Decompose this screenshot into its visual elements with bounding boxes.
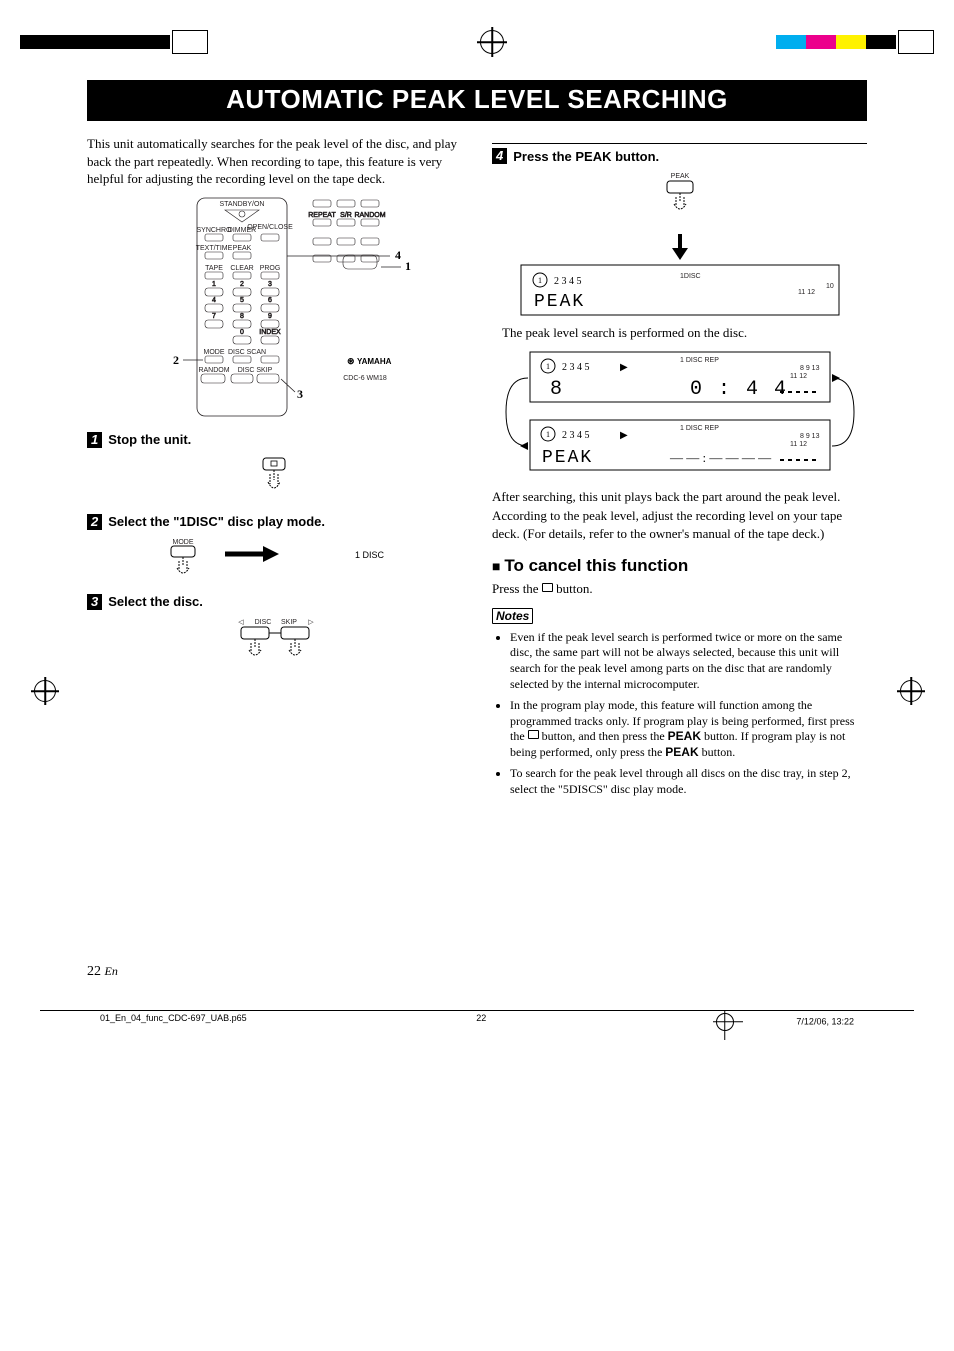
- svg-text:8: 8: [550, 378, 564, 401]
- footer: 01_En_04_func_CDC-697_UAB.p65 22 7/12/06…: [40, 1010, 914, 1071]
- svg-text:2 3 4 5: 2 3 4 5: [562, 362, 590, 373]
- svg-text:1 DISC REP: 1 DISC REP: [680, 425, 719, 432]
- cancel-body: Press the button.: [492, 580, 867, 598]
- svg-text:8: 8: [240, 313, 244, 320]
- section-title: AUTOMATIC PEAK LEVEL SEARCHING: [87, 80, 867, 121]
- svg-text:9: 9: [268, 313, 272, 320]
- svg-text:CDC-6 WM18: CDC-6 WM18: [343, 375, 387, 382]
- svg-text:OPEN/CLOSE: OPEN/CLOSE: [247, 224, 293, 231]
- svg-text:DISC SKIP: DISC SKIP: [237, 367, 272, 374]
- svg-text:RANDOM: RANDOM: [198, 367, 229, 374]
- peak-press-diagram: PEAK: [645, 170, 715, 230]
- svg-text:— — : — — — —: — — : — — — —: [669, 450, 772, 465]
- svg-text:1 DISC REP: 1 DISC REP: [680, 357, 719, 364]
- svg-text:10: 10: [826, 283, 834, 290]
- svg-text:MODE: MODE: [203, 349, 224, 356]
- note-3: To search for the peak level through all…: [510, 766, 867, 797]
- display-peak: 1 2 3 4 5 1DISC PEAK 11 12 10: [520, 264, 840, 316]
- svg-text:1: 1: [546, 362, 550, 371]
- after-search-p2: According to the peak level, adjust the …: [492, 507, 867, 542]
- svg-text:REPEAT: REPEAT: [308, 212, 336, 219]
- arrow-down-icon: [670, 234, 690, 260]
- svg-text:▷: ▷: [308, 619, 314, 626]
- svg-text:8 9 13: 8 9 13: [800, 433, 820, 440]
- stop-icon: [542, 583, 553, 592]
- disc-skip-diagram: DISC SKIP ◁ ▷: [205, 616, 345, 671]
- svg-text:▶: ▶: [620, 362, 628, 373]
- svg-text:PROG: PROG: [259, 265, 280, 272]
- note-1: Even if the peak level search is perform…: [510, 630, 867, 692]
- step-3-heading: 3 Select the disc.: [87, 594, 462, 610]
- svg-text:INDEX: INDEX: [259, 329, 281, 336]
- svg-text:PEAK: PEAK: [534, 292, 585, 312]
- svg-text:2 3 4 5: 2 3 4 5: [562, 430, 590, 441]
- note-2: In the program play mode, this feature w…: [510, 698, 867, 760]
- svg-text:1: 1: [546, 430, 550, 439]
- step-2-heading: 2 Select the "1DISC" disc play mode.: [87, 514, 462, 530]
- svg-text:1: 1: [405, 259, 411, 273]
- svg-text:8 9 13: 8 9 13: [800, 365, 820, 372]
- register-mark-icon: [716, 1013, 734, 1031]
- svg-text:1: 1: [212, 281, 216, 288]
- svg-text:3: 3: [268, 281, 272, 288]
- footer-page: 22: [476, 1013, 486, 1031]
- display-loop: 1 2 3 4 5 ▶ 1 DISC REP 8 0 : 4 4 11 12 8…: [500, 348, 860, 478]
- register-mark-left: [34, 680, 54, 700]
- svg-text:6: 6: [268, 297, 272, 304]
- svg-text:MODE: MODE: [172, 539, 193, 546]
- intro-paragraph: This unit automatically searches for the…: [87, 135, 462, 188]
- footer-file: 01_En_04_func_CDC-697_UAB.p65: [100, 1013, 247, 1031]
- svg-text:TEXT/TIME: TEXT/TIME: [195, 245, 232, 252]
- svg-text:1DISC: 1DISC: [680, 273, 701, 280]
- cancel-heading: To cancel this function: [492, 556, 867, 576]
- svg-text:2: 2: [173, 353, 179, 367]
- svg-text:S/R: S/R: [340, 212, 352, 219]
- svg-text:PEAK: PEAK: [542, 448, 593, 468]
- svg-text:0: 0: [240, 329, 244, 336]
- svg-text:1 DISC: 1 DISC: [355, 550, 385, 560]
- stop-button-press-icon: [245, 454, 305, 504]
- svg-text:7: 7: [212, 313, 216, 320]
- svg-text:TAPE: TAPE: [205, 265, 223, 272]
- svg-text:STANDBY/ON: STANDBY/ON: [219, 201, 264, 208]
- svg-text:▶: ▶: [620, 430, 628, 441]
- svg-text:DISC: DISC: [254, 619, 271, 626]
- svg-text:PEAK: PEAK: [670, 173, 689, 180]
- peak-search-caption: The peak level search is performed on th…: [502, 324, 867, 342]
- step-1-heading: 1 Stop the unit.: [87, 432, 462, 448]
- svg-text:11 12: 11 12: [790, 373, 807, 380]
- remote-control-diagram: STANDBY/ON SYNCHRO DIMMER OPEN/CLOSE TEX…: [125, 192, 425, 422]
- footer-datetime: 7/12/06, 13:22: [796, 1016, 854, 1026]
- svg-text:5: 5: [240, 297, 244, 304]
- svg-text:⊛: ⊛: [347, 356, 355, 366]
- svg-text:YAMAHA: YAMAHA: [357, 357, 392, 366]
- page-number: 22 En: [87, 964, 867, 980]
- notes-list: Even if the peak level search is perform…: [492, 630, 867, 798]
- svg-text:2 3 4 5: 2 3 4 5: [554, 276, 582, 287]
- mode-press-diagram: MODE 1 DISC: [145, 536, 405, 584]
- register-mark-icon: [480, 30, 504, 54]
- register-mark-right: [900, 680, 920, 700]
- svg-text:1: 1: [538, 276, 542, 285]
- svg-text:3: 3: [297, 387, 303, 401]
- after-search-p1: After searching, this unit plays back th…: [492, 488, 867, 506]
- svg-text:DISC SCAN: DISC SCAN: [227, 349, 265, 356]
- svg-text:SKIP: SKIP: [281, 619, 297, 626]
- svg-text:11 12: 11 12: [798, 289, 815, 296]
- svg-text:CLEAR: CLEAR: [230, 265, 253, 272]
- svg-text:RANDOM: RANDOM: [354, 212, 385, 219]
- svg-text:PEAK: PEAK: [232, 245, 251, 252]
- stop-icon: [528, 730, 539, 739]
- svg-text:4: 4: [212, 297, 216, 304]
- svg-text:2: 2: [240, 281, 244, 288]
- step-4-heading: 4 Press the PEAK button.: [492, 143, 867, 164]
- top-register-bar: [0, 0, 954, 60]
- notes-heading: Notes: [492, 608, 533, 624]
- svg-text:SYNCHRO: SYNCHRO: [196, 227, 232, 234]
- svg-text:4: 4: [395, 248, 401, 262]
- svg-text:◁: ◁: [238, 619, 244, 626]
- svg-text:11 12: 11 12: [790, 441, 807, 448]
- svg-text:0 : 4 4: 0 : 4 4: [690, 378, 788, 401]
